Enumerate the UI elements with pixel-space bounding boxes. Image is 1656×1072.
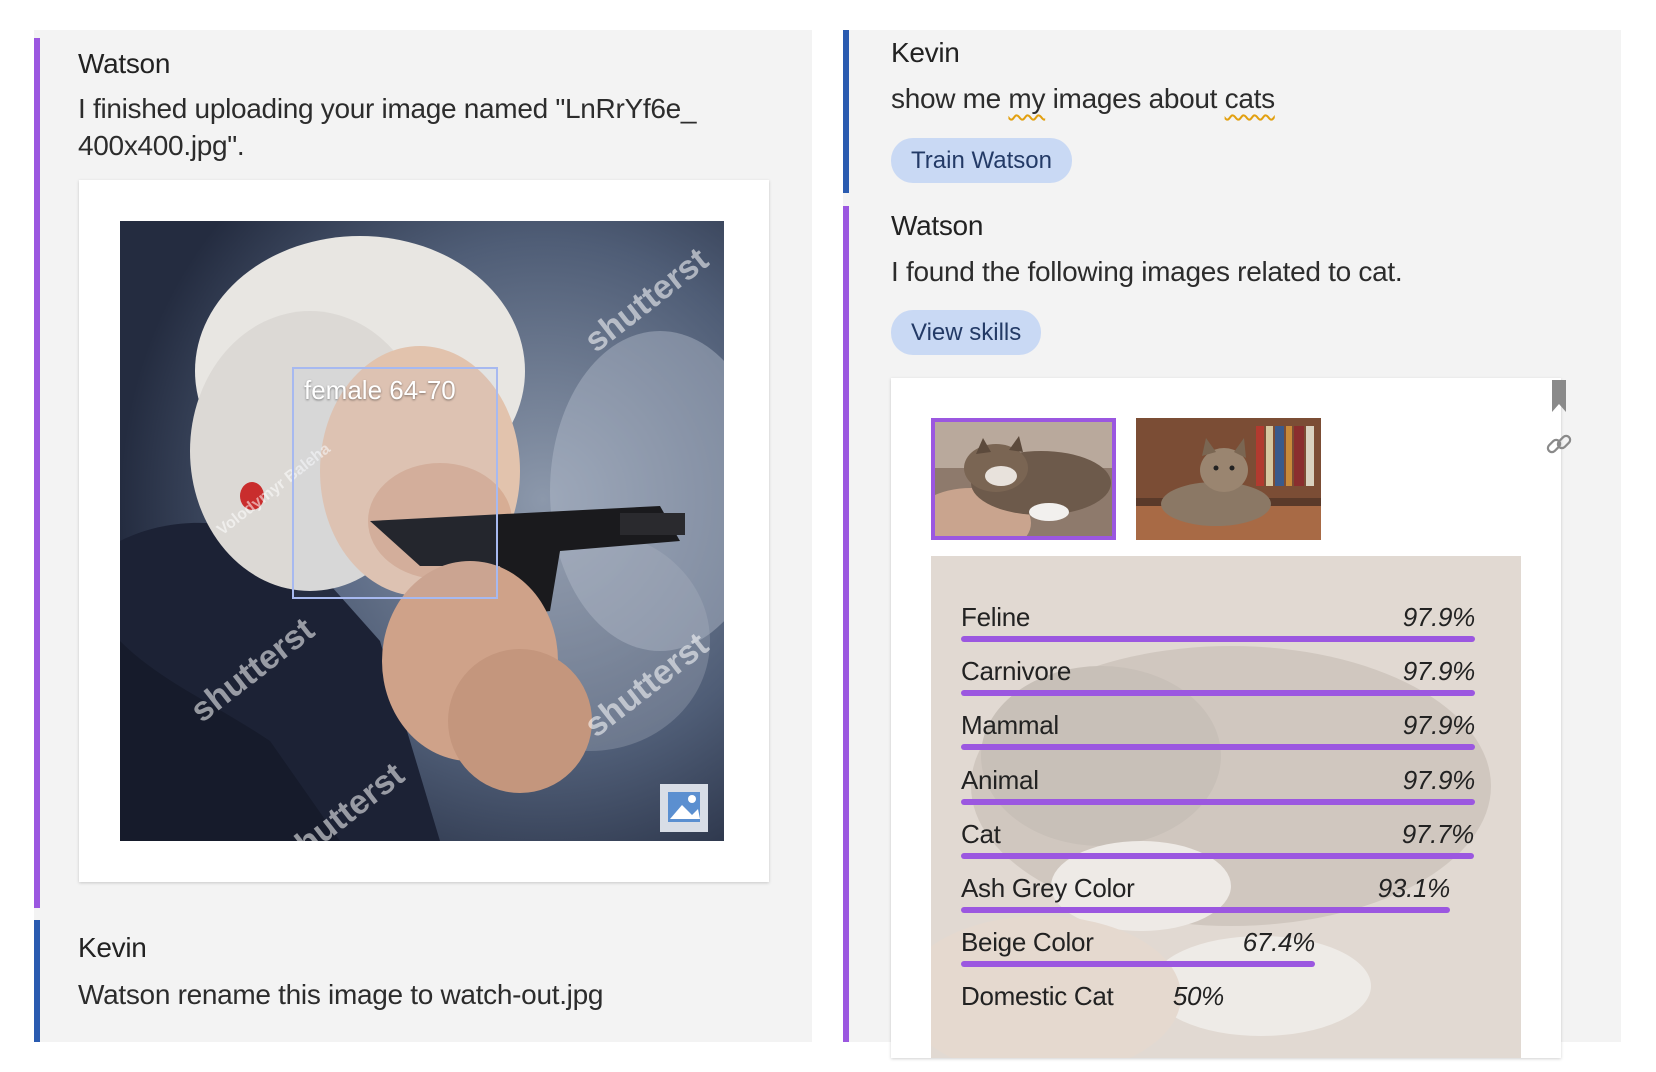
bookmark-icon[interactable] xyxy=(1548,378,1570,416)
tag-score: 97.9% xyxy=(1402,656,1476,687)
tag-row[interactable]: Cat 97.7% xyxy=(961,819,1474,873)
text-part: images about xyxy=(1045,83,1225,114)
tag-score: 97.9% xyxy=(1402,602,1476,632)
link-icon[interactable] xyxy=(1543,428,1575,460)
tag-confidence-bar xyxy=(961,961,1315,968)
message-text: I found the following images related to … xyxy=(891,256,1403,287)
kevin-message: Kevin Watson rename this image to watch-… xyxy=(34,920,812,1042)
watson-message-bar xyxy=(843,206,849,1042)
message-text: I finished uploading your image named "L… xyxy=(78,93,697,161)
link-icon-graphic xyxy=(1546,434,1572,454)
tag-label: Cat xyxy=(961,818,1001,849)
tag-list: Feline 97.9% Carnivore 97.9% Mammal 97.9% Anim… xyxy=(931,556,1521,1058)
image-card: shutterst shutterst shutterst shutterst … xyxy=(79,180,769,882)
spellcheck-word[interactable]: cats xyxy=(1225,83,1275,114)
tag-label: Ash Grey Color xyxy=(961,873,1135,903)
tag-row[interactable]: Carnivore 97.9% xyxy=(961,656,1475,710)
tag-row[interactable]: Beige Color 67.4% xyxy=(961,927,1315,981)
tag-label: Domestic Cat xyxy=(961,981,1114,1012)
tag-row[interactable]: Mammal 97.9% xyxy=(961,710,1475,764)
message-sender: Kevin xyxy=(891,37,960,68)
tag-score: 67.4% xyxy=(1242,927,1316,958)
tag-row[interactable]: Ash Grey Color 93.1% xyxy=(961,873,1450,927)
tag-confidence-bar xyxy=(961,636,1475,642)
tag-label: Mammal xyxy=(961,710,1059,741)
tag-label: Feline xyxy=(961,602,1031,632)
text-part: show me xyxy=(891,83,1009,114)
tag-confidence-bar xyxy=(961,907,1450,913)
view-skills-button[interactable]: View skills xyxy=(891,310,1042,355)
face-label: female 64-70 xyxy=(304,375,456,405)
bookmark-icon-graphic xyxy=(1552,380,1566,412)
kevin-message-bar xyxy=(843,30,849,193)
kevin-message-bar xyxy=(34,920,40,1042)
tag-confidence-bar xyxy=(961,744,1475,751)
tag-label: Animal xyxy=(961,764,1039,795)
tag-confidence-bar xyxy=(961,852,1474,859)
conversation-panel-right: Kevin show me my images about cats Train… xyxy=(843,30,1621,1058)
cat-sleeping-thumbnail-graphic xyxy=(931,418,1116,540)
conversation-panel-left: Watson I finished uploading your image n… xyxy=(34,30,812,1042)
watson-message-bar xyxy=(34,38,40,908)
tag-score: 50% xyxy=(1172,981,1224,1012)
message-text: Watson rename this image to watch-out.jp… xyxy=(78,979,604,1010)
tag-row[interactable]: Domestic Cat 50% xyxy=(961,981,1224,1035)
tag-score: 97.9% xyxy=(1402,710,1476,741)
message-sender: Watson xyxy=(891,210,984,241)
tag-label: Carnivore xyxy=(961,656,1072,687)
tag-score: 97.9% xyxy=(1402,764,1476,795)
cat-sitting-thumbnail-graphic xyxy=(1136,418,1321,540)
thumbnail-cat-sleeping[interactable] xyxy=(931,418,1116,540)
watson-message: Watson I found the following images rela… xyxy=(843,206,1621,1058)
tag-confidence-bar xyxy=(961,798,1475,805)
tag-confidence-bar xyxy=(961,690,1475,697)
kevin-message: Kevin show me my images about cats Train… xyxy=(843,30,1621,193)
message-sender: Kevin xyxy=(78,932,147,963)
train-watson-button[interactable]: Train Watson xyxy=(891,138,1072,183)
tag-row[interactable]: Animal 97.9% xyxy=(961,765,1475,819)
tag-score: 93.1% xyxy=(1377,873,1451,903)
tag-row[interactable]: Feline 97.9% xyxy=(961,602,1475,656)
spellcheck-word[interactable]: my xyxy=(1008,83,1045,114)
thumbnail-cat-sitting[interactable] xyxy=(1136,418,1321,540)
image-results-card: Feline 97.9% Carnivore 97.9% Mammal 97.9% Anim… xyxy=(891,378,1561,1058)
uploaded-photo[interactable]: shutterst shutterst shutterst shutterst … xyxy=(120,221,724,841)
image-placeholder-icon[interactable] xyxy=(660,784,708,832)
tag-score: 97.7% xyxy=(1401,818,1475,849)
watson-message: Watson I finished uploading your image n… xyxy=(34,30,812,908)
message-sender: Watson xyxy=(78,48,171,79)
message-text: show me my images about cats xyxy=(891,80,1275,117)
tag-label: Beige Color xyxy=(961,927,1094,958)
